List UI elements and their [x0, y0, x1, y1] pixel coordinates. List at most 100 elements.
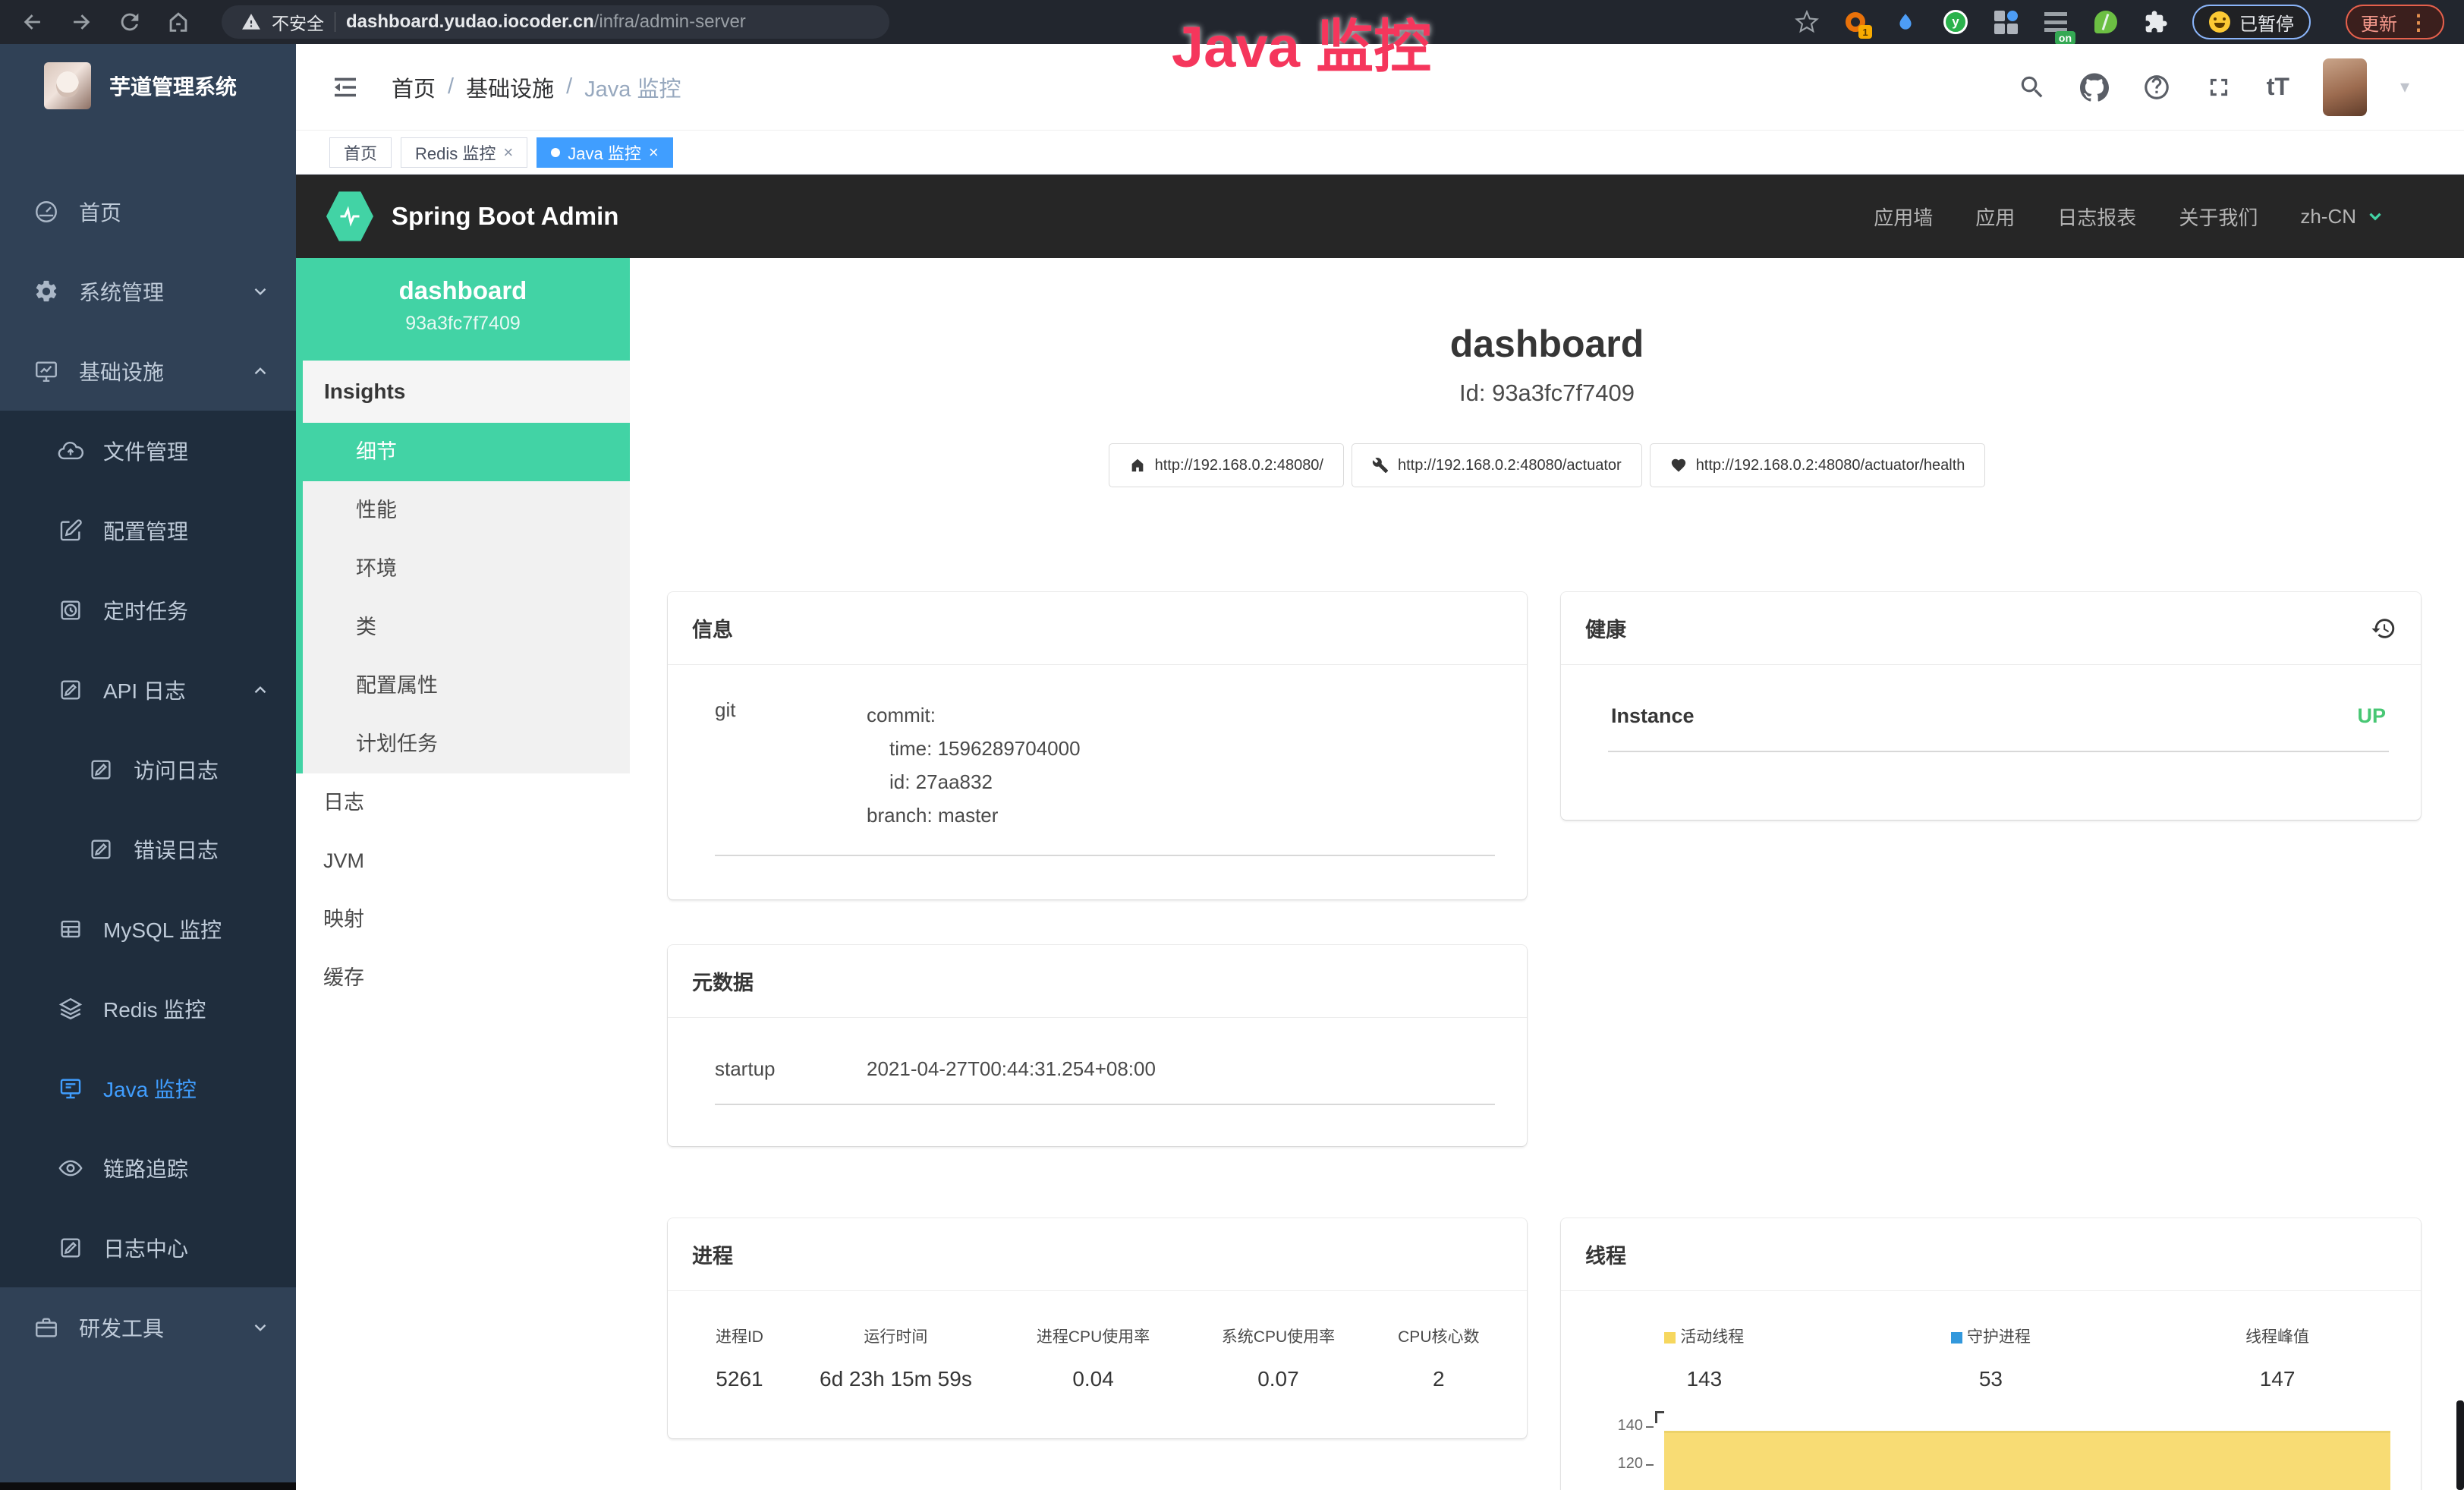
breadcrumb-home[interactable]: 首页	[392, 71, 436, 103]
sidebar-item-file[interactable]: 文件管理	[0, 411, 296, 490]
user-avatar[interactable]	[2323, 58, 2367, 116]
sba-menu-metrics[interactable]: 性能	[303, 481, 630, 540]
health-instance-row: Instance UP	[1561, 665, 2421, 728]
threads-card-title: 线程	[1561, 1218, 2421, 1291]
sidebar-item-system[interactable]: 系统管理	[0, 251, 296, 331]
github-icon[interactable]	[2080, 73, 2109, 102]
tab-redis-monitor[interactable]: Redis 监控 ×	[401, 137, 527, 168]
card-title: 进程	[692, 1240, 733, 1269]
sba-link-about[interactable]: 关于我们	[2179, 203, 2258, 231]
sidebar-item-apilog[interactable]: API 日志	[0, 650, 296, 729]
sba-link-wallboard[interactable]: 应用墙	[1874, 203, 1933, 231]
extension-y-icon[interactable]: y	[1942, 8, 1969, 36]
scrollbar-thumb[interactable]	[2456, 1400, 2464, 1490]
row-divider	[715, 1104, 1495, 1105]
legend-peak-label: 线程峰值	[2245, 1328, 2309, 1346]
sba-menu-logfile[interactable]: 日志	[296, 773, 630, 832]
browser-menu-icon[interactable]: ⋮	[2408, 10, 2429, 35]
dashboard-gauge-icon	[33, 199, 59, 225]
bookmark-star-icon[interactable]	[1795, 10, 1819, 34]
health-url: http://192.168.0.2:48080/actuator/health	[1696, 457, 1965, 474]
sidebar-item-devtools[interactable]: 研发工具	[0, 1287, 296, 1367]
log-edit-icon	[58, 1235, 83, 1261]
extension-orange-icon[interactable]: 1	[1842, 8, 1869, 36]
paused-profile-chip[interactable]: 已暂停	[2192, 5, 2311, 39]
sidebar-item-logcenter[interactable]: 日志中心	[0, 1208, 296, 1287]
avatar-caret-icon[interactable]: ▾	[2400, 76, 2409, 98]
process-table: 进程ID 运行时间 进程CPU使用率 系统CPU使用率 CPU核心数 5261 …	[668, 1291, 1527, 1391]
blue-drop-icon	[1896, 11, 1915, 33]
metadata-startup-row: startup 2021-04-27T00:44:31.254+08:00	[668, 1018, 1527, 1081]
tab-home[interactable]: 首页	[329, 137, 392, 168]
breadcrumb-separator: /	[448, 74, 454, 99]
sba-menu-jvm[interactable]: JVM	[296, 832, 630, 890]
health-url-button[interactable]: http://192.168.0.2:48080/actuator/health	[1650, 443, 1986, 487]
col-cpu-cores: CPU核心数	[1369, 1325, 1509, 1347]
sba-menu-scheduled[interactable]: 计划任务	[303, 715, 630, 773]
instance-header[interactable]: dashboard 93a3fc7f7409	[296, 258, 630, 361]
tab-close-icon[interactable]: ×	[649, 143, 659, 162]
sidebar-item-home[interactable]: 首页	[0, 172, 296, 251]
sba-menu-configprops[interactable]: 配置属性	[303, 657, 630, 715]
sba-link-applications[interactable]: 应用	[1975, 203, 2015, 231]
text-size-icon[interactable]: tT	[2267, 73, 2289, 101]
language-selector[interactable]: zh-CN	[2300, 205, 2385, 228]
extension-on-icon[interactable]: on	[2042, 8, 2069, 36]
sidebar-item-error-log[interactable]: 错误日志	[0, 809, 296, 889]
sidebar-item-redis[interactable]: Redis 监控	[0, 969, 296, 1048]
home-icon[interactable]	[165, 9, 191, 35]
page-title: dashboard	[630, 322, 2464, 366]
info-card-title: 信息	[668, 592, 1527, 665]
cloud-upload-icon	[58, 438, 83, 464]
url-bar[interactable]: 不安全 dashboard.yudao.iocoder.cn/infra/adm…	[222, 5, 889, 39]
history-icon[interactable]	[2371, 616, 2396, 641]
on-badge: on	[2055, 31, 2075, 45]
sidebar-fold-icon[interactable]	[329, 71, 361, 103]
sidebar-item-java-monitor[interactable]: Java 监控	[0, 1048, 296, 1128]
tab-close-icon[interactable]: ×	[503, 143, 513, 162]
sidebar-item-access-log[interactable]: 访问日志	[0, 729, 296, 809]
forward-icon[interactable]	[68, 9, 94, 35]
back-icon[interactable]	[20, 9, 46, 35]
service-url: http://192.168.0.2:48080/	[1155, 457, 1323, 474]
tab-label: Java 监控	[568, 140, 641, 165]
app-sidebar: 芋道管理系统 首页 系统管理 基础设施 文件管理	[0, 44, 296, 1490]
fullscreen-icon[interactable]	[2204, 73, 2233, 102]
update-button[interactable]: 更新 ⋮	[2346, 5, 2444, 39]
card-title: 健康	[1585, 613, 1626, 643]
sba-menu-classes[interactable]: 类	[303, 598, 630, 657]
tab-java-monitor[interactable]: Java 监控 ×	[537, 137, 672, 168]
breadcrumb-infra[interactable]: 基础设施	[466, 71, 554, 103]
process-card: 进程 进程ID 运行时间 进程CPU使用率 系统CPU使用率 CPU核心数 52…	[668, 1218, 1527, 1438]
sba-menu-caches[interactable]: 缓存	[296, 949, 630, 1007]
active-dot-icon	[551, 148, 560, 157]
extensions-puzzle-icon[interactable]	[2142, 8, 2170, 36]
sidebar-item-infra[interactable]: 基础设施	[0, 331, 296, 411]
sba-menu-mappings[interactable]: 映射	[296, 890, 630, 949]
reload-icon[interactable]	[117, 9, 143, 35]
sidebar-item-trace[interactable]: 链路追踪	[0, 1128, 296, 1208]
extension-badge: 1	[1858, 25, 1872, 39]
card-title: 线程	[1585, 1240, 1626, 1269]
help-icon[interactable]	[2142, 73, 2171, 102]
sba-link-journal[interactable]: 日志报表	[2057, 203, 2136, 231]
extension-pin-icon[interactable]	[1892, 8, 1919, 36]
app-logo-row[interactable]: 芋道管理系统	[0, 44, 296, 128]
search-icon[interactable]	[2018, 73, 2047, 102]
sba-menu-environment[interactable]: 环境	[303, 540, 630, 598]
tab-label: Redis 监控	[415, 140, 496, 165]
sidebar-item-mysql[interactable]: MySQL 监控	[0, 889, 296, 969]
grid-icon	[1994, 11, 2018, 34]
sidebar-item-label: 定时任务	[103, 595, 188, 625]
extension-grid-icon[interactable]	[1992, 8, 2019, 36]
edit-square-icon	[58, 518, 83, 543]
service-url-button[interactable]: http://192.168.0.2:48080/	[1109, 443, 1344, 487]
extension-leaf-icon[interactable]	[2092, 8, 2119, 36]
sidebar-item-config[interactable]: 配置管理	[0, 490, 296, 570]
sba-menu-details[interactable]: 细节	[296, 423, 630, 481]
actuator-url-button[interactable]: http://192.168.0.2:48080/actuator	[1352, 443, 1642, 487]
sidebar-item-label: 研发工具	[79, 1312, 164, 1343]
col-system-cpu: 系统CPU使用率	[1188, 1325, 1368, 1347]
health-instance-label: Instance	[1611, 704, 1695, 728]
sidebar-item-job[interactable]: 定时任务	[0, 570, 296, 650]
